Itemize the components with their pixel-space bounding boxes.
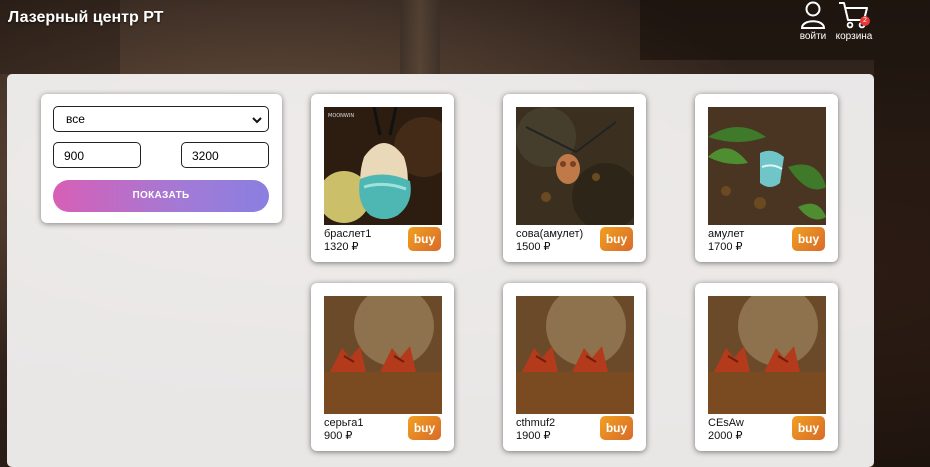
product-card[interactable]: CEsAw 2000 ₽ buy — [695, 283, 838, 451]
background-shelf — [874, 60, 930, 467]
login-label: войти — [799, 31, 827, 42]
product-card[interactable]: сова(амулет) 1500 ₽ buy — [503, 94, 646, 262]
show-button[interactable]: ПОКАЗАТЬ — [53, 180, 269, 212]
buy-button[interactable]: buy — [600, 227, 633, 251]
product-price: 2000 ₽ — [708, 430, 743, 442]
product-name: амулет — [708, 228, 745, 240]
product-name: cthmuf2 — [516, 417, 556, 429]
buy-button[interactable]: buy — [792, 227, 825, 251]
buy-button[interactable]: buy — [408, 227, 441, 251]
user-icon — [800, 1, 826, 29]
buy-button[interactable]: buy — [600, 416, 633, 440]
product-price: 1900 ₽ — [516, 430, 551, 442]
image-caption: MOONWIN — [328, 113, 354, 119]
product-name: сова(амулет) — [516, 228, 584, 240]
background-shelf — [640, 0, 930, 60]
background-pillar — [400, 0, 440, 74]
product-name: CEsAw — [708, 417, 744, 429]
product-name: браслет1 — [324, 228, 372, 240]
price-from-input[interactable]: 900 — [53, 142, 141, 168]
product-card[interactable]: серьга1 900 ₽ buy — [311, 283, 454, 451]
login-link[interactable]: войти — [797, 0, 829, 42]
product-image — [516, 296, 634, 414]
category-select[interactable]: все — [53, 106, 269, 132]
site-title[interactable]: Лазерный центр РТ — [8, 9, 163, 27]
product-image — [708, 296, 826, 414]
product-image — [324, 296, 442, 414]
buy-button[interactable]: buy — [408, 416, 441, 440]
price-to-input[interactable]: 3200 — [181, 142, 269, 168]
product-price: 1700 ₽ — [708, 241, 743, 253]
product-card[interactable]: MOONWIN браслет1 1320 ₽ buy — [311, 94, 454, 262]
product-price: 1320 ₽ — [324, 241, 359, 253]
cart-label: корзина — [835, 31, 873, 42]
product-image — [708, 107, 826, 225]
cart-count-badge: 2 — [860, 16, 870, 26]
product-price: 1500 ₽ — [516, 241, 551, 253]
buy-button[interactable]: buy — [792, 416, 825, 440]
filter-panel: все 900 3200 ПОКАЗАТЬ — [41, 94, 282, 223]
cart-link[interactable]: 2 корзина — [833, 0, 875, 42]
product-image: MOONWIN — [324, 107, 442, 225]
product-card[interactable]: cthmuf2 1900 ₽ buy — [503, 283, 646, 451]
category-select-value: все — [66, 112, 85, 126]
product-image — [516, 107, 634, 225]
product-name: серьга1 — [324, 417, 364, 429]
chevron-down-icon — [252, 117, 262, 124]
product-card[interactable]: амулет 1700 ₽ buy — [695, 94, 838, 262]
product-price: 900 ₽ — [324, 430, 353, 442]
